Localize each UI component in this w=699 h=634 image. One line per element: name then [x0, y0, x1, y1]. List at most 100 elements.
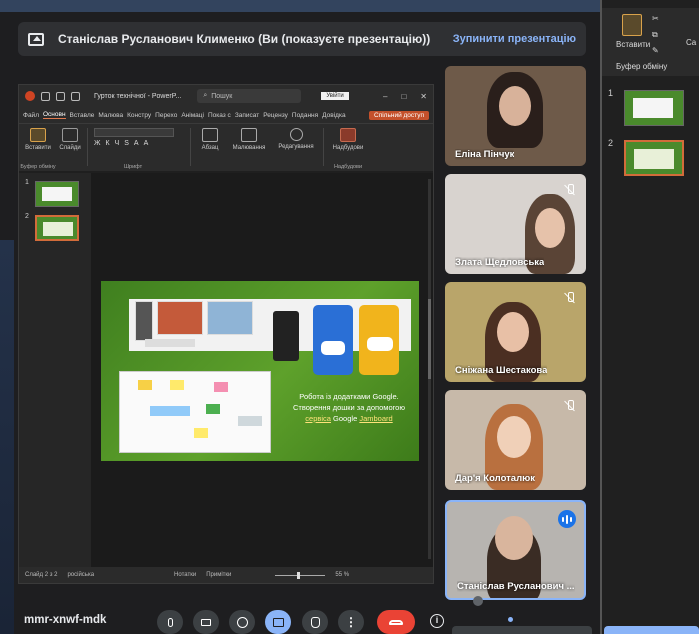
bold-icon[interactable]: Ж	[94, 140, 100, 147]
new-slide-icon	[62, 128, 78, 142]
slide-image	[157, 301, 203, 335]
ribbon-slides-group[interactable]: Слайди	[59, 128, 81, 170]
side-slide-thumbnail-1[interactable]	[624, 90, 684, 126]
leave-call-button[interactable]	[377, 610, 415, 634]
cut-icon[interactable]: ✂	[652, 14, 659, 23]
slide-link-jamboard[interactable]: Jamboard	[359, 414, 392, 423]
ribbon-addins-group[interactable]: Надбудови Надбудови	[330, 128, 366, 170]
ppt-status-bar: Слайд 2 з 2 російська Нотатки Примітки 5…	[19, 567, 433, 583]
strikethrough-icon[interactable]: S	[124, 140, 129, 147]
ribbon-paragraph-label: Абзац	[201, 145, 219, 151]
font-name-field[interactable]	[94, 128, 174, 137]
speaking-indicator-icon	[558, 510, 576, 528]
participant-tile-3[interactable]: Сніжана Шестакова	[445, 282, 586, 382]
slide-link-service[interactable]: сервіса	[305, 414, 331, 423]
thumb-number: 1	[25, 179, 29, 186]
ribbon-editing-group[interactable]: Редагування	[275, 128, 317, 170]
ppt-tab-home[interactable]: Основн	[42, 111, 66, 119]
ppt-workspace: 1 2 Робота із додатками Google. Створенн…	[19, 173, 433, 568]
font-size-down-icon[interactable]: A	[144, 140, 149, 147]
thumb-content	[43, 222, 73, 236]
ppt-tab-review[interactable]: Рецензу	[263, 112, 288, 119]
ppt-search-box[interactable]: ⌕ Пошук	[197, 89, 302, 103]
stop-presenting-button[interactable]: Зупинити презентацію	[453, 33, 576, 45]
participant-tile-2[interactable]: Злата Щедловська	[445, 174, 586, 274]
paragraph-icon	[202, 128, 218, 142]
participant-tile-4[interactable]: Дар'я Колоталюк	[445, 390, 586, 490]
slide-jamboard-screenshot	[119, 371, 271, 453]
close-icon[interactable]: ✕	[420, 92, 427, 101]
participant-video	[499, 86, 531, 126]
comments-button[interactable]: Примітки	[206, 572, 231, 578]
present-button[interactable]	[265, 610, 291, 634]
thumb-content	[633, 98, 673, 118]
notification-toast	[452, 626, 592, 634]
thumb-number: 2	[608, 138, 614, 148]
microphone-button[interactable]	[157, 610, 183, 634]
ribbon-paste-group[interactable]: Вставити Буфер обміну	[20, 128, 56, 170]
ppt-tab-view[interactable]: Подання	[292, 112, 318, 119]
sticky-note	[214, 382, 228, 392]
ribbon-separator	[323, 128, 324, 166]
slide-image	[135, 301, 153, 341]
font-size-up-icon[interactable]: A	[134, 140, 139, 147]
more-vert-icon: ⋮	[345, 615, 357, 629]
ribbon-paragraph-group[interactable]: Абзац	[197, 128, 223, 170]
camera-button[interactable]	[193, 610, 219, 634]
slide-thumbnail-2[interactable]	[35, 215, 79, 241]
zoom-level[interactable]: 55 %	[335, 572, 349, 578]
format-painter-icon[interactable]: ✎	[652, 46, 659, 55]
slide-image	[145, 339, 195, 347]
meeting-info-icon[interactable]: i	[430, 614, 444, 628]
ppt-tab-file[interactable]: Файл	[23, 112, 39, 119]
redo-icon[interactable]	[71, 91, 80, 101]
paste-icon[interactable]	[622, 14, 642, 36]
sticky-note	[206, 404, 220, 414]
presenting-title: Станіслав Русланович Клименко (Ви (показ…	[58, 32, 431, 46]
taskbar-button[interactable]	[604, 626, 699, 634]
participant-tile-self[interactable]: Станіслав Русланович ...	[445, 500, 586, 600]
language-indicator[interactable]: російська	[67, 572, 94, 578]
reactions-button[interactable]	[229, 610, 255, 634]
notes-button[interactable]: Нотатки	[174, 572, 196, 578]
sticky-note	[194, 428, 208, 438]
ppt-tab-draw[interactable]: Малюва	[98, 112, 123, 119]
ppt-login-button[interactable]: Увійти	[321, 92, 349, 100]
ppt-tab-animations[interactable]: Анімаці	[181, 112, 204, 119]
participant-name: Дар'я Колоталюк	[455, 473, 535, 484]
ribbon-separator	[87, 128, 88, 166]
underline-icon[interactable]: Ч	[115, 140, 120, 147]
ppt-tab-transitions[interactable]: Перехо	[155, 112, 177, 119]
slide-canvas[interactable]: Робота із додатками Google. Створення до…	[91, 173, 433, 568]
raise-hand-button[interactable]	[302, 610, 328, 634]
slide-phone-image	[273, 311, 299, 361]
ribbon-addins-group-label: Надбудови	[333, 164, 363, 170]
ppt-tab-help[interactable]: Довідка	[322, 112, 345, 119]
slide-text-mid: Google	[330, 414, 360, 423]
participant-tile-1[interactable]: Еліна Пінчук	[445, 66, 586, 166]
side-slide-thumbnail-2[interactable]	[624, 140, 684, 176]
ppt-tab-record[interactable]: Записат	[235, 112, 259, 119]
undo-icon[interactable]	[56, 91, 65, 101]
ppt-tab-design[interactable]: Констру	[127, 112, 151, 119]
sticky-note	[238, 416, 262, 426]
present-screen-icon	[28, 32, 44, 46]
more-options-button[interactable]: ⋮	[338, 610, 364, 634]
ppt-share-button[interactable]: Спільний доступ	[369, 110, 429, 120]
current-slide[interactable]: Робота із додатками Google. Створення до…	[101, 281, 419, 461]
slide-thumbnail-1[interactable]	[35, 181, 79, 207]
ribbon-drawing-group[interactable]: Малювання	[229, 128, 269, 170]
ppt-tab-insert[interactable]: Вставле	[70, 112, 95, 119]
save-icon[interactable]	[41, 91, 50, 101]
vertical-scrollbar[interactable]	[428, 179, 431, 559]
copy-icon[interactable]: ⧉	[652, 30, 658, 40]
italic-icon[interactable]: К	[105, 140, 109, 147]
zoom-slider[interactable]	[275, 571, 326, 579]
slide-image	[207, 301, 253, 335]
maximize-icon[interactable]: □	[401, 92, 406, 101]
ppt-tab-slideshow[interactable]: Показ с	[208, 112, 231, 119]
minimize-icon[interactable]: –	[383, 92, 387, 101]
presenting-banner: Станіслав Русланович Клименко (Ви (показ…	[18, 22, 586, 56]
participant-name: Сніжана Шестакова	[455, 365, 548, 376]
slide-app-card	[313, 305, 353, 375]
